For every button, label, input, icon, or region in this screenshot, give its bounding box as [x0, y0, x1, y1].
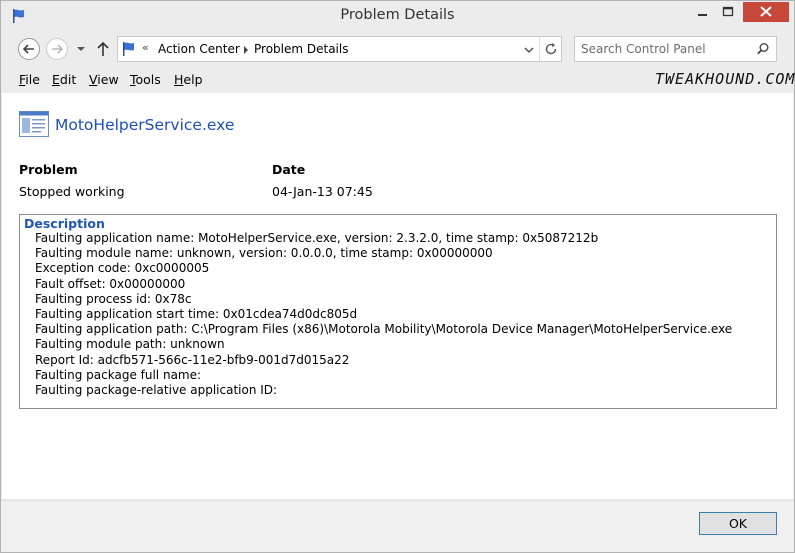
application-name: MotoHelperService.exe — [55, 116, 235, 134]
description-line: Faulting process id: 0x78c — [35, 291, 192, 306]
search-input[interactable] — [581, 40, 751, 58]
search-box[interactable] — [574, 36, 777, 62]
description-line: Faulting application path: C:\Program Fi… — [35, 322, 733, 337]
menu-help[interactable]: Help — [174, 72, 203, 87]
menu-bar: File Edit View Tools Help TWEAKHOUND.COM — [1, 69, 794, 91]
up-arrow-icon[interactable] — [95, 40, 111, 58]
document-icon — [19, 111, 49, 137]
search-icon[interactable] — [756, 42, 770, 56]
description-line: Fault offset: 0x00000000 — [35, 276, 186, 291]
menu-view[interactable]: View — [89, 72, 119, 87]
description-line: Report Id: adcfb571-566c-11e2-bfb9-001d7… — [35, 352, 350, 367]
action-center-flag-icon — [121, 41, 137, 57]
problem-value: Stopped working — [19, 184, 125, 199]
breadcrumb-problem-details[interactable]: Problem Details — [254, 42, 348, 56]
description-title: Description — [24, 216, 105, 231]
breadcrumb-separator-icon[interactable] — [242, 44, 250, 54]
minimize-button[interactable] — [689, 2, 715, 22]
address-divider — [539, 37, 540, 61]
description-line: Faulting application start time: 0x01cde… — [35, 307, 358, 322]
problem-details-content: MotoHelperService.exe Problem Date Stopp… — [2, 93, 793, 499]
problem-header: Problem — [19, 162, 78, 177]
back-arrow-icon[interactable] — [18, 38, 40, 60]
description-line: Faulting module name: unknown, version: … — [35, 246, 493, 261]
dialog-footer: OK — [1, 500, 794, 552]
description-line: Exception code: 0xc0000005 — [35, 261, 210, 276]
address-dropdown-icon[interactable] — [523, 44, 535, 54]
window-title: Problem Details — [340, 7, 455, 23]
navigation-bar: « Action Center Problem Details — [1, 35, 794, 65]
overflow-chevron[interactable]: « — [142, 41, 149, 54]
maximize-button[interactable] — [715, 2, 741, 22]
breadcrumb-action-center[interactable]: Action Center — [158, 42, 240, 56]
description-line: Faulting package full name: — [35, 367, 202, 382]
problem-details-window: Problem Details « Action Center Problem … — [0, 0, 795, 553]
tweakhound-watermark: TWEAKHOUND.COM — [655, 70, 795, 88]
title-bar[interactable]: Problem Details — [1, 1, 794, 31]
menu-file[interactable]: File — [19, 72, 40, 87]
description-line: Faulting package-relative application ID… — [35, 383, 278, 398]
date-value: 04-Jan-13 07:45 — [272, 184, 373, 199]
description-lines: Faulting application name: MotoHelperSer… — [35, 231, 732, 398]
refresh-icon[interactable] — [543, 41, 559, 57]
date-header: Date — [272, 162, 306, 177]
forward-arrow-icon[interactable] — [46, 38, 68, 60]
description-box[interactable]: Description Faulting application name: M… — [19, 214, 777, 409]
description-line: Faulting application name: MotoHelperSer… — [35, 231, 599, 245]
ok-button[interactable]: OK — [699, 512, 777, 535]
description-line: Faulting module path: unknown — [35, 337, 225, 352]
chevron-down-icon[interactable] — [75, 43, 87, 55]
menu-tools[interactable]: Tools — [130, 72, 161, 87]
address-bar[interactable]: « Action Center Problem Details — [117, 36, 562, 62]
menu-edit[interactable]: Edit — [52, 72, 76, 87]
close-button[interactable] — [743, 2, 789, 22]
